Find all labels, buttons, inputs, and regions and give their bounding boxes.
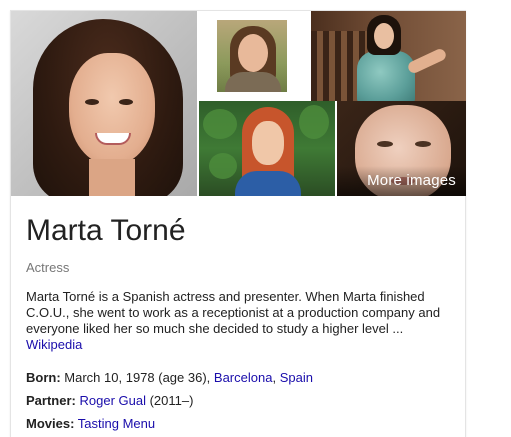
barcelona-link[interactable]: Barcelona <box>214 370 273 385</box>
description-text: Marta Torné is a Spanish actress and pre… <box>26 289 441 336</box>
fact-born-label: Born: <box>26 370 61 385</box>
knowledge-panel: More images Marta Torné Actress Marta To… <box>10 10 466 437</box>
image-collage: More images <box>11 11 466 196</box>
fact-partner-years: (2011–) <box>149 393 194 408</box>
entity-title: Marta Torné <box>26 214 186 247</box>
more-images-tile[interactable]: More images <box>337 101 466 196</box>
entity-subtitle: Actress <box>26 260 70 275</box>
fact-partner: Partner: Roger Gual (2011–) <box>26 393 193 408</box>
spain-link[interactable]: Spain <box>280 370 313 385</box>
fact-born: Born: March 10, 1978 (age 36), Barcelona… <box>26 370 313 385</box>
fact-movies: Movies: Tasting Menu <box>26 416 155 431</box>
fact-movies-label: Movies: <box>26 416 75 431</box>
main-portrait-image[interactable] <box>11 11 197 196</box>
fact-partner-label: Partner: <box>26 393 76 408</box>
thumbnail-image-1[interactable] <box>217 20 287 92</box>
thumbnail-image-3[interactable] <box>199 101 335 196</box>
entity-description: Marta Torné is a Spanish actress and pre… <box>26 289 456 353</box>
wikipedia-link[interactable]: Wikipedia <box>26 337 456 353</box>
fact-born-separator: , <box>272 370 277 385</box>
movie-link[interactable]: Tasting Menu <box>78 416 155 431</box>
more-images-label[interactable]: More images <box>367 172 456 189</box>
fact-born-date: March 10, 1978 (age 36), <box>64 370 211 385</box>
partner-link[interactable]: Roger Gual <box>79 393 145 408</box>
thumbnail-image-2[interactable] <box>311 11 466 101</box>
